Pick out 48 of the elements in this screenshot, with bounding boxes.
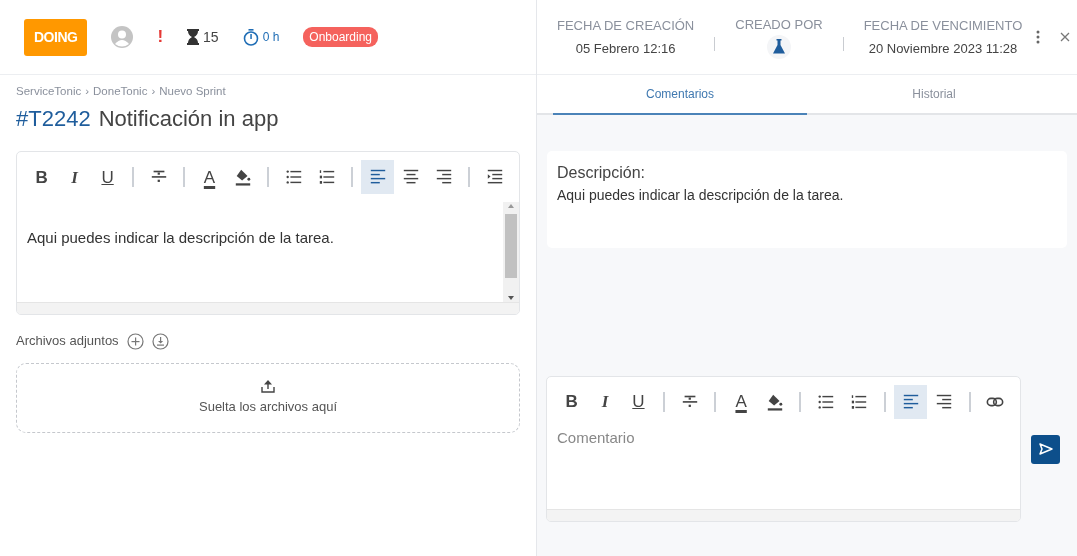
priority-indicator[interactable]: ! xyxy=(157,24,164,50)
field-label: FECHA DE VENCIMIENTO xyxy=(863,16,1023,35)
attachments-label: Archivos adjuntos xyxy=(16,332,119,351)
send-icon xyxy=(1038,443,1053,455)
align-left-icon xyxy=(901,393,920,411)
scrollbar[interactable] xyxy=(503,202,519,303)
flask-avatar-icon xyxy=(766,34,791,59)
dropzone-text: Suelta los archivos aquí xyxy=(199,398,337,416)
text-color-button[interactable]: A xyxy=(724,385,758,419)
breadcrumb-separator: › xyxy=(85,84,90,99)
underline-button[interactable]: U xyxy=(91,160,125,195)
bulleted-list-icon xyxy=(816,393,835,411)
card-text: Aqui puedes indicar la descripción de la tarea. xyxy=(557,186,845,205)
hourglass-icon xyxy=(187,29,200,45)
task-id: #T2242 xyxy=(16,105,91,134)
text-color-button[interactable]: A xyxy=(193,160,227,195)
align-left-button[interactable] xyxy=(361,160,395,195)
bold-button[interactable]: B xyxy=(25,160,59,195)
estimate-value: 15 xyxy=(203,27,219,47)
align-right-icon xyxy=(934,393,953,411)
numbered-list-icon xyxy=(317,168,336,187)
paint-bucket-icon xyxy=(765,393,784,411)
more-options-icon[interactable] xyxy=(1036,30,1041,44)
numbered-list-icon xyxy=(850,393,869,411)
field-value: 05 Febrero 12:16 xyxy=(575,40,676,58)
upload-icon[interactable] xyxy=(261,379,275,393)
field-label: CREADO POR xyxy=(735,16,823,35)
card-title: Descripción: xyxy=(557,163,647,183)
field-value: 20 Noviembre 2023 11:28 xyxy=(868,40,1018,58)
italic-button[interactable]: I xyxy=(588,385,622,419)
paint-bucket-icon xyxy=(233,168,252,187)
send-button[interactable] xyxy=(1031,434,1060,464)
description-text[interactable]: Aqui puedes indicar la descripción de la tarea. xyxy=(17,202,503,303)
task-title: Notificación in app xyxy=(98,105,279,134)
bold-button[interactable]: B xyxy=(555,385,589,419)
breadcrumb-separator: › xyxy=(151,84,156,99)
comment-editor[interactable]: B I U A Comentario xyxy=(546,376,1021,522)
scrollbar-thumb[interactable] xyxy=(505,214,517,279)
tab[interactable]: Comentarios xyxy=(553,75,807,115)
download-icon[interactable] xyxy=(151,332,169,350)
time-spent-value: 0 h xyxy=(262,29,280,46)
add-icon[interactable] xyxy=(126,332,144,350)
close-icon[interactable] xyxy=(1060,32,1071,42)
align-left-button[interactable] xyxy=(893,385,928,419)
italic-button[interactable]: I xyxy=(58,160,92,195)
underline-button[interactable]: U xyxy=(621,385,656,419)
field-label: FECHA DE CREACIÓN xyxy=(557,16,695,35)
stopwatch-icon xyxy=(242,28,259,46)
